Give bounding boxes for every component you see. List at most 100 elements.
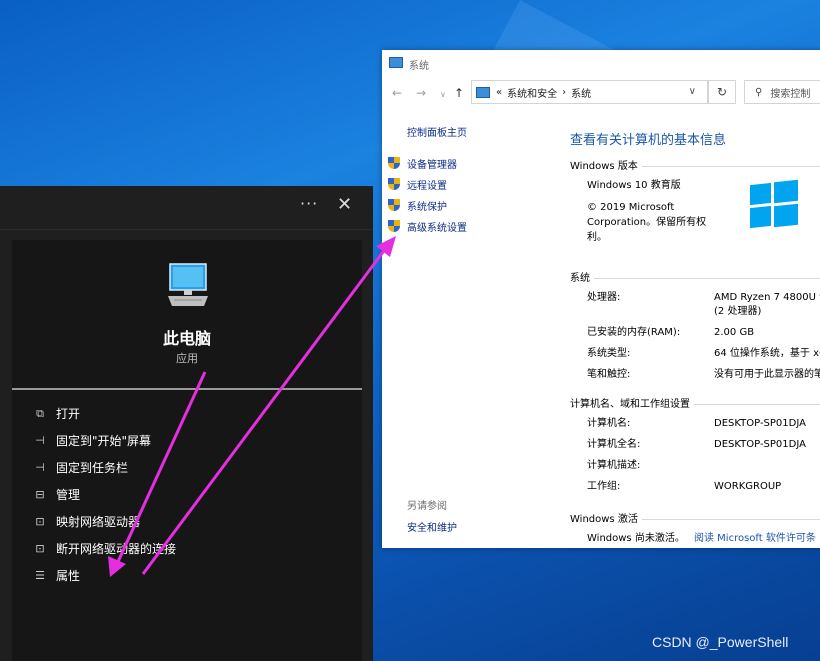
workgroup-value: WORKGROUP — [714, 481, 782, 492]
address-bar[interactable]: « 系统和安全 › 系统 ∨ — [471, 80, 708, 104]
section-heading: 系统 — [570, 273, 590, 284]
nav-link-label: 高级系统设置 — [407, 223, 467, 234]
section-edition: Windows 版本 — [570, 157, 820, 172]
this-pc-icon — [168, 263, 208, 306]
pen-touch-value: 没有可用于此显示器的笔 — [714, 369, 820, 380]
start-menu-panel: ··· ✕ 此电脑 应用 ⧉ 打开 ⊣ 固定到"开始"屏幕 ⊣ 固定到任务栏 ⊟… — [0, 186, 373, 661]
window-titlebar[interactable]: 系统 — [382, 50, 820, 77]
license-terms-link[interactable]: 阅读 Microsoft 软件许可条 — [694, 532, 816, 546]
breadcrumb-separator: › — [562, 86, 567, 98]
map-drive-icon: ⊡ — [35, 515, 45, 528]
copyright-line: 利。 — [587, 232, 607, 243]
section-activation: Windows 激活 — [570, 510, 820, 525]
description-label: 计算机描述: — [587, 460, 641, 471]
menu-item-properties[interactable]: ☰ 属性 — [12, 562, 362, 589]
search-icon: ⚲ — [755, 86, 763, 98]
breadcrumb-system[interactable]: 系统 — [571, 85, 591, 100]
full-name-value: DESKTOP-SP01DJA — [714, 439, 806, 450]
section-heading: Windows 版本 — [570, 161, 638, 172]
menu-item-disconnect-drive[interactable]: ⊡ 断开网络驱动器的连接 — [12, 535, 362, 562]
see-also-heading: 另请参阅 — [407, 501, 447, 512]
menu-item-pin-taskbar[interactable]: ⊣ 固定到任务栏 — [12, 454, 362, 481]
chevron-down-icon[interactable]: ∨ — [689, 86, 696, 97]
system-protection-link[interactable]: 系统保护 — [388, 195, 467, 216]
menu-item-label: 打开 — [56, 407, 81, 421]
up-arrow-icon[interactable]: ↑ — [454, 86, 464, 100]
nav-link-label: 远程设置 — [407, 181, 447, 192]
menu-item-label: 管理 — [56, 488, 81, 502]
open-icon: ⧉ — [36, 406, 44, 420]
menu-item-open[interactable]: ⧉ 打开 — [12, 400, 362, 427]
context-menu-list: ⧉ 打开 ⊣ 固定到"开始"屏幕 ⊣ 固定到任务栏 ⊟ 管理 ⊡ 映射网络驱动器… — [12, 400, 362, 589]
remote-settings-link[interactable]: 远程设置 — [388, 174, 467, 195]
shield-icon — [388, 178, 401, 191]
copyright-line: Corporation。保留所有权 — [587, 217, 707, 228]
nav-link-label: 设备管理器 — [407, 160, 457, 171]
nav-link-label: 系统保护 — [407, 202, 447, 213]
activation-status: Windows 尚未激活。 — [587, 533, 685, 544]
windows-logo-icon — [748, 179, 798, 230]
forward-arrow-icon[interactable]: → — [416, 86, 426, 100]
csdn-watermark: CSDN @_PowerShell — [652, 634, 789, 650]
control-panel-home-link[interactable]: 控制面板主页 — [407, 124, 467, 139]
full-name-label: 计算机全名: — [587, 439, 641, 450]
section-heading: Windows 激活 — [570, 514, 638, 525]
computer-name-label: 计算机名: — [587, 418, 631, 429]
app-type: 应用 — [176, 352, 198, 365]
menu-item-manage[interactable]: ⊟ 管理 — [12, 481, 362, 508]
more-options-button[interactable]: ··· — [300, 194, 318, 213]
system-info-content: 查看有关计算机的基本信息 Windows 版本 Windows 10 教育版 ©… — [570, 109, 820, 548]
system-window: 系统 ← → ∨ ↑ « 系统和安全 › 系统 ∨ ↻ ⚲ 搜索控制 控制面板主… — [382, 50, 820, 548]
nav-links: 设备管理器 远程设置 系统保护 高级系统设置 — [388, 153, 467, 237]
pin-icon: ⊣ — [35, 434, 45, 447]
menu-item-label: 固定到任务栏 — [56, 461, 129, 475]
section-heading: 计算机名、域和工作组设置 — [570, 399, 690, 410]
menu-item-label: 映射网络驱动器 — [56, 515, 141, 529]
system-type-label: 系统类型: — [587, 348, 631, 359]
chevron-down-icon[interactable]: ∨ — [440, 90, 446, 99]
menu-item-label: 固定到"开始"屏幕 — [56, 434, 152, 448]
shield-icon — [388, 157, 401, 170]
page-title: 查看有关计算机的基本信息 — [570, 133, 727, 148]
copyright-line: © 2019 Microsoft — [587, 202, 675, 213]
left-navigation: 控制面板主页 设备管理器 远程设置 系统保护 高级系统设置 另请参阅 安全和维护 — [382, 109, 552, 548]
ram-label: 已安装的内存(RAM): — [587, 327, 681, 338]
processor-count: (2 处理器) — [714, 306, 762, 317]
workgroup-label: 工作组: — [587, 481, 621, 492]
search-placeholder: 搜索控制 — [770, 88, 811, 100]
shield-icon — [388, 220, 401, 233]
shield-icon — [388, 199, 401, 212]
address-row: ← → ∨ ↑ « 系统和安全 › 系统 ∨ ↻ ⚲ 搜索控制 — [382, 77, 820, 109]
monitor-icon — [389, 57, 403, 68]
breadcrumb-prefix[interactable]: « — [496, 87, 502, 98]
manage-icon: ⊟ — [35, 488, 45, 501]
edition-name: Windows 10 教育版 — [587, 180, 681, 191]
close-button[interactable]: ✕ — [337, 194, 352, 215]
computer-name-value: DESKTOP-SP01DJA — [714, 418, 806, 429]
pin-icon: ⊣ — [35, 461, 45, 474]
section-system: 系统 — [570, 269, 820, 284]
start-panel-topbar: ··· ✕ — [0, 186, 373, 230]
advanced-system-settings-link[interactable]: 高级系统设置 — [388, 216, 467, 237]
pen-touch-label: 笔和触控: — [587, 369, 631, 380]
system-type-value: 64 位操作系统，基于 x6 — [714, 348, 820, 359]
ram-value: 2.00 GB — [714, 327, 755, 338]
control-panel-icon — [476, 86, 490, 98]
divider — [12, 388, 362, 390]
section-computer-name: 计算机名、域和工作组设置 — [570, 395, 820, 410]
breadcrumb-security[interactable]: 系统和安全 — [507, 85, 557, 100]
menu-item-label: 断开网络驱动器的连接 — [56, 542, 177, 556]
security-maintenance-link[interactable]: 安全和维护 — [407, 519, 457, 534]
app-name: 此电脑 — [162, 329, 211, 348]
window-title: 系统 — [409, 61, 429, 72]
disconnect-drive-icon: ⊡ — [35, 542, 45, 555]
processor-label: 处理器: — [587, 292, 621, 303]
refresh-button[interactable]: ↻ — [708, 80, 736, 104]
device-manager-link[interactable]: 设备管理器 — [388, 153, 467, 174]
search-input[interactable]: ⚲ 搜索控制 — [744, 80, 820, 104]
back-arrow-icon[interactable]: ← — [392, 86, 402, 100]
menu-item-map-drive[interactable]: ⊡ 映射网络驱动器 — [12, 508, 362, 535]
processor-value: AMD Ryzen 7 4800U w — [714, 292, 820, 303]
menu-item-label: 属性 — [56, 569, 81, 583]
menu-item-pin-start[interactable]: ⊣ 固定到"开始"屏幕 — [12, 427, 362, 454]
